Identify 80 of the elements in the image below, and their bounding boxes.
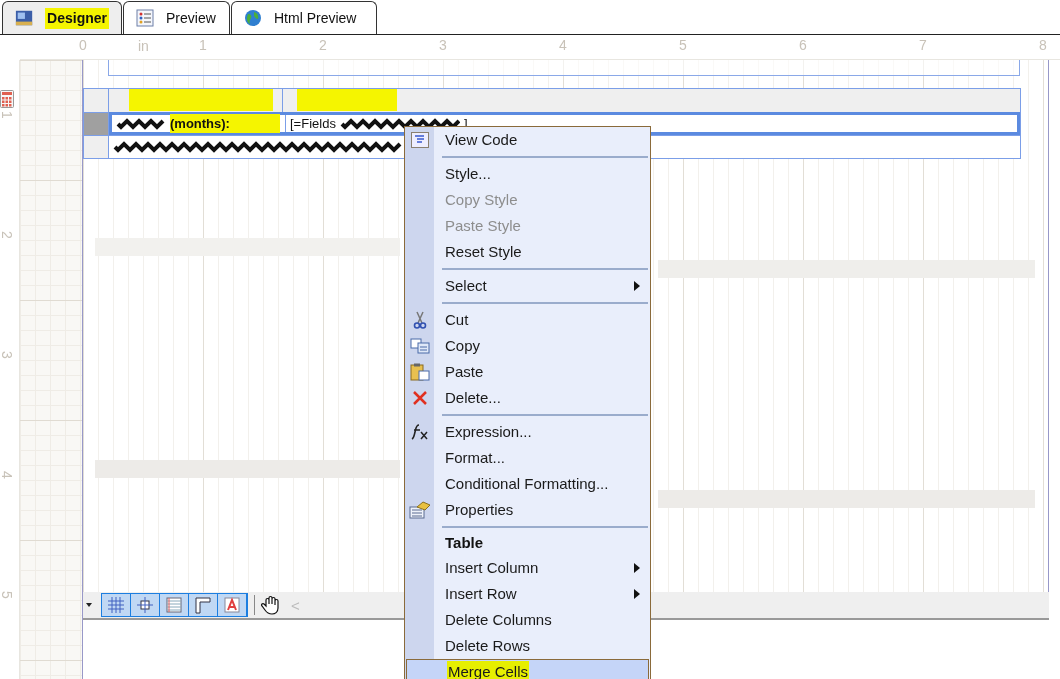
row-handle[interactable] (84, 89, 109, 112)
tab[interactable]: Preview (123, 1, 230, 34)
menu-item[interactable]: Conditional Formatting... (405, 471, 650, 497)
ruler-number: 4 (0, 471, 14, 479)
menu-item-label: Delete Rows (445, 635, 531, 656)
ruler-unit: in (138, 39, 149, 53)
grid-icon[interactable] (102, 594, 131, 616)
list-icon (136, 9, 154, 27)
menu-item-label: Format... (445, 447, 505, 468)
menu-item[interactable]: Select (405, 273, 650, 299)
menu-item[interactable]: Insert Column (405, 555, 650, 581)
text-box[interactable] (108, 60, 1020, 76)
menu-item[interactable]: Merge Cells (406, 659, 649, 679)
menu-item-label: Select (445, 275, 487, 296)
menu-item[interactable]: Delete... (405, 385, 650, 411)
function-icon (410, 424, 429, 440)
menu-item[interactable]: Insert Row (405, 581, 650, 607)
menu-item-label: Copy Style (445, 189, 518, 210)
ruler-number: 5 (0, 591, 14, 599)
menu-item[interactable]: Properties (405, 497, 650, 523)
menu-item[interactable]: Style... (405, 161, 650, 187)
row-handle[interactable] (84, 112, 109, 135)
menu-item-label: Expression... (445, 421, 532, 442)
menu-item-label: Cut (445, 309, 469, 330)
menu-item[interactable]: Format... (405, 445, 650, 471)
menu-item[interactable]: Copy (405, 333, 650, 359)
table-cell[interactable]: (months): (112, 115, 286, 132)
code-window-icon (410, 132, 429, 148)
globe-icon (244, 9, 262, 27)
menu-section-header: Table (444, 532, 485, 553)
ruler-icon[interactable] (189, 594, 218, 616)
menu-item[interactable]: Expression... (405, 419, 650, 445)
menu-item[interactable]: Delete Rows (405, 633, 650, 659)
ruler-number: 2 (0, 231, 14, 239)
ruler-number: 1 (199, 38, 207, 52)
cell-text: [=Fields (290, 114, 336, 133)
ruler-number: 6 (799, 38, 807, 52)
ruler-number: 0 (79, 38, 87, 52)
delete-icon (411, 390, 428, 406)
submenu-arrow-icon (634, 563, 640, 573)
ruler-number: 1 (0, 111, 14, 119)
menu-item-label: Insert Column (445, 557, 539, 578)
snap-icon[interactable] (131, 594, 160, 616)
font-icon[interactable] (218, 594, 247, 616)
ruler-number: 5 (679, 38, 687, 52)
row-handle[interactable] (84, 135, 109, 158)
dropdown-caret-icon[interactable] (85, 602, 93, 608)
ruler-number: 3 (439, 38, 447, 52)
menu-item-label: Properties (445, 499, 514, 520)
designer-icon (15, 9, 34, 27)
menu-item[interactable]: Reset Style (405, 239, 650, 265)
scissors-icon (412, 311, 427, 329)
menu-item-label: Merge Cells (447, 660, 530, 679)
menu-item[interactable]: Delete Columns (405, 607, 650, 633)
submenu-arrow-icon (634, 589, 640, 599)
menu-item-label: Paste Style (445, 215, 521, 236)
tab[interactable]: Html Preview (231, 1, 377, 34)
ruler-number: 4 (559, 38, 567, 52)
menu-item[interactable]: Cut (405, 307, 650, 333)
menu-item-label: Paste (445, 361, 484, 382)
tab[interactable]: Designer (2, 1, 122, 34)
menu-item-label: Style... (445, 163, 491, 184)
ruler-number: 8 (1039, 38, 1047, 52)
ruler-number: 7 (919, 38, 927, 52)
menu-item-label: Reset Style (445, 241, 522, 262)
menu-item-label: Copy (445, 335, 481, 356)
copy-icon (409, 338, 430, 354)
properties-icon (408, 501, 431, 519)
lines-icon[interactable] (160, 594, 189, 616)
clipboard-icon (409, 363, 430, 381)
menu-item[interactable]: Paste (405, 359, 650, 385)
redaction-scribble (116, 117, 166, 130)
menu-item-label: Delete Columns (445, 609, 552, 630)
menu-item-label: Conditional Formatting... (445, 473, 609, 494)
menu-item-label: Delete... (445, 387, 501, 408)
ruler-number: 3 (0, 351, 14, 359)
submenu-arrow-icon (634, 281, 640, 291)
cell-text: (months): (170, 113, 280, 134)
menu-item-label: Insert Row (445, 583, 517, 604)
ruler-number: 2 (319, 38, 327, 52)
